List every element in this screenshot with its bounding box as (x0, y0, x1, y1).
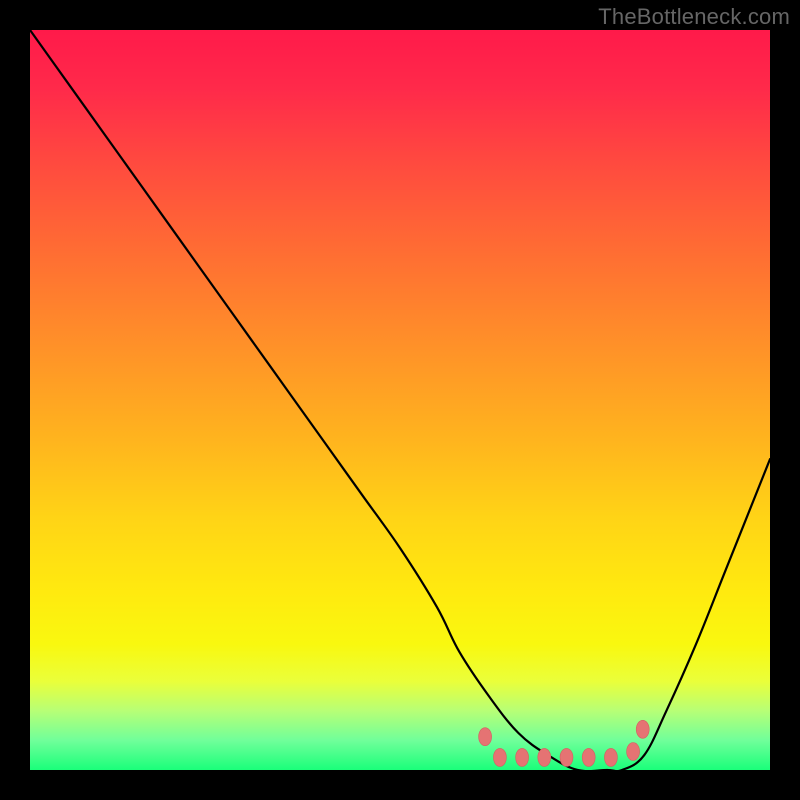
optimal-marker (627, 743, 640, 761)
optimal-marker (636, 720, 649, 738)
curve-layer (30, 30, 770, 770)
optimal-marker (560, 748, 573, 766)
watermark-text: TheBottleneck.com (598, 4, 790, 30)
optimal-marker (493, 748, 506, 766)
plot-area (30, 30, 770, 770)
optimal-marker (604, 748, 617, 766)
optimal-marker (538, 748, 551, 766)
optimal-zone-markers (479, 720, 650, 766)
chart-container: TheBottleneck.com (0, 0, 800, 800)
optimal-marker (479, 728, 492, 746)
optimal-marker (516, 748, 529, 766)
bottleneck-curve (30, 30, 770, 770)
optimal-marker (582, 748, 595, 766)
